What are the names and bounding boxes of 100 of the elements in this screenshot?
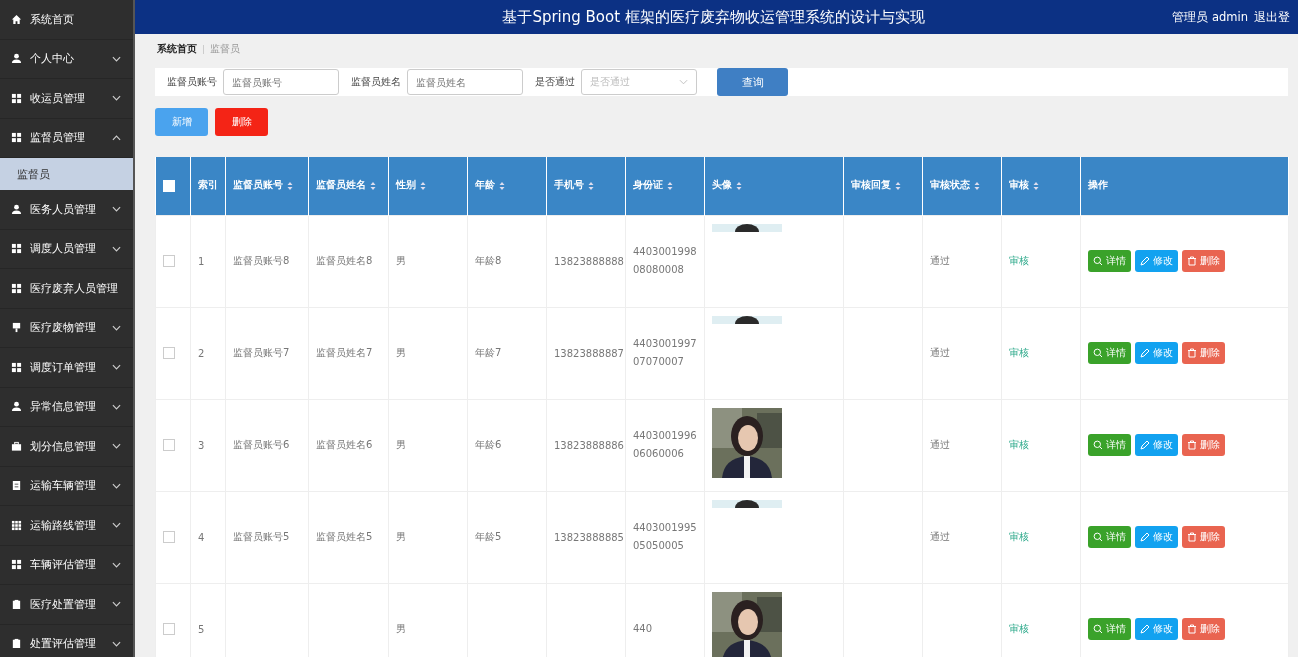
input-field[interactable]: 监督员姓名	[407, 69, 523, 95]
delete-button[interactable]: 删除	[1182, 434, 1225, 456]
detail-button[interactable]: 详情	[1088, 618, 1131, 640]
phone-cell: 13823888887	[554, 347, 624, 359]
edit-button[interactable]: 修改	[1135, 342, 1178, 364]
column-header[interactable]: 审核	[1009, 179, 1029, 193]
status-cell: 通过	[930, 347, 950, 358]
column-header[interactable]: 头像	[712, 179, 732, 193]
sort-icon[interactable]	[736, 180, 742, 191]
edit-button[interactable]: 修改	[1135, 526, 1178, 548]
delete-button[interactable]: 删除	[1182, 618, 1225, 640]
sidebar-item[interactable]: 运输路线管理	[0, 506, 133, 546]
sidebar-item[interactable]: 运输车辆管理	[0, 466, 133, 506]
review-link[interactable]: 审核	[1009, 255, 1029, 266]
sidebar-item[interactable]: 医疗废弃人员管理	[0, 269, 133, 309]
grid-icon	[11, 282, 22, 294]
pin-icon	[11, 322, 22, 334]
column-header[interactable]: 性别	[396, 179, 416, 193]
grid-icon	[11, 92, 22, 104]
pencil-icon	[1140, 624, 1150, 634]
pencil-icon	[1140, 256, 1150, 266]
sidebar-item[interactable]: 个人中心	[0, 39, 133, 79]
breadcrumb-item[interactable]: 监督员	[210, 43, 240, 56]
row-checkbox[interactable]	[163, 439, 175, 451]
id-card-cell: 440300199707070007	[633, 338, 697, 367]
id-card-cell: 440300199808080008	[633, 246, 697, 275]
index-cell: 5	[198, 623, 205, 635]
review-link[interactable]: 审核	[1009, 347, 1029, 358]
edit-button[interactable]: 修改	[1135, 434, 1178, 456]
delete-button[interactable]: 删除	[1182, 526, 1225, 548]
detail-button[interactable]: 详情	[1088, 434, 1131, 456]
sidebar-item[interactable]: 划分信息管理	[0, 427, 133, 467]
dropdown-icon	[679, 79, 688, 85]
trash-icon	[1187, 624, 1197, 634]
row-checkbox[interactable]	[163, 531, 175, 543]
name-cell: 监督员姓名8	[316, 255, 373, 266]
sidebar-item[interactable]: 异常信息管理	[0, 387, 133, 427]
home-icon	[11, 13, 22, 25]
document-icon	[11, 480, 22, 492]
sidebar-item[interactable]: 系统首页	[0, 0, 133, 40]
sort-icon[interactable]	[370, 180, 376, 191]
age-cell: 年龄6	[475, 439, 502, 450]
sort-icon[interactable]	[667, 180, 673, 191]
edit-button[interactable]: 修改	[1135, 250, 1178, 272]
sort-icon[interactable]	[420, 180, 426, 191]
trash-icon	[1187, 348, 1197, 358]
input-field[interactable]: 监督员账号	[223, 69, 339, 95]
sidebar-item[interactable]: 收运员管理	[0, 79, 133, 119]
column-header[interactable]: 年龄	[475, 179, 495, 193]
review-link[interactable]: 审核	[1009, 439, 1029, 450]
sidebar-item[interactable]: 调度订单管理	[0, 348, 133, 388]
status-cell: 通过	[930, 439, 950, 450]
sort-icon[interactable]	[499, 180, 505, 191]
select-all-checkbox[interactable]	[162, 180, 175, 192]
column-header[interactable]: 监督员姓名	[316, 179, 366, 193]
sort-icon[interactable]	[588, 180, 594, 191]
sort-icon[interactable]	[974, 180, 980, 191]
sort-icon[interactable]	[287, 180, 293, 191]
query-button[interactable]: 查询	[717, 68, 788, 96]
add-button[interactable]: 新增	[155, 108, 208, 136]
column-header[interactable]: 身份证	[633, 179, 663, 193]
column-header[interactable]: 手机号	[554, 179, 584, 193]
account-cell: 监督员账号5	[233, 531, 290, 542]
column-header[interactable]: 索引	[198, 179, 218, 193]
field-label: 监督员账号	[167, 75, 217, 89]
sidebar-item[interactable]: 医疗废物管理	[0, 308, 133, 348]
delete-button[interactable]: 删除	[1182, 250, 1225, 272]
row-checkbox[interactable]	[163, 255, 175, 267]
detail-button[interactable]: 详情	[1088, 342, 1131, 364]
review-link[interactable]: 审核	[1009, 531, 1029, 542]
user-icon	[11, 53, 22, 65]
sort-icon[interactable]	[895, 180, 901, 191]
age-cell: 年龄5	[475, 531, 502, 542]
sidebar-item[interactable]: 车辆评估管理	[0, 545, 133, 585]
sidebar-item[interactable]: 医疗处置管理	[0, 585, 133, 625]
sidebar-subitem[interactable]: 监督员	[0, 158, 133, 190]
trash-icon	[1187, 440, 1197, 450]
column-header[interactable]: 监督员账号	[233, 179, 283, 193]
detail-button[interactable]: 详情	[1088, 250, 1131, 272]
sidebar-item[interactable]: 调度人员管理	[0, 229, 133, 269]
breadcrumb-item[interactable]: 系统首页	[157, 43, 197, 56]
delete-button[interactable]: 删除	[215, 108, 268, 136]
pencil-icon	[1140, 440, 1150, 450]
id-card-cell: 440	[633, 623, 653, 634]
sort-icon[interactable]	[1033, 180, 1039, 191]
column-header[interactable]: 审核回复	[851, 179, 891, 193]
sidebar-item[interactable]: 处置评估管理	[0, 624, 133, 657]
phone-cell: 13823888886	[554, 439, 624, 451]
delete-button[interactable]: 删除	[1182, 342, 1225, 364]
column-header[interactable]: 审核状态	[930, 179, 970, 193]
sidebar-item[interactable]: 医务人员管理	[0, 190, 133, 230]
grid-icon	[11, 132, 22, 144]
detail-button[interactable]: 详情	[1088, 526, 1131, 548]
review-link[interactable]: 审核	[1009, 623, 1029, 634]
edit-button[interactable]: 修改	[1135, 618, 1178, 640]
account-cell: 监督员账号7	[233, 347, 290, 358]
logout-link[interactable]: 退出登	[1254, 9, 1290, 25]
column-header[interactable]: 操作	[1088, 179, 1108, 193]
row-checkbox[interactable]	[163, 623, 175, 635]
row-checkbox[interactable]	[163, 347, 175, 359]
